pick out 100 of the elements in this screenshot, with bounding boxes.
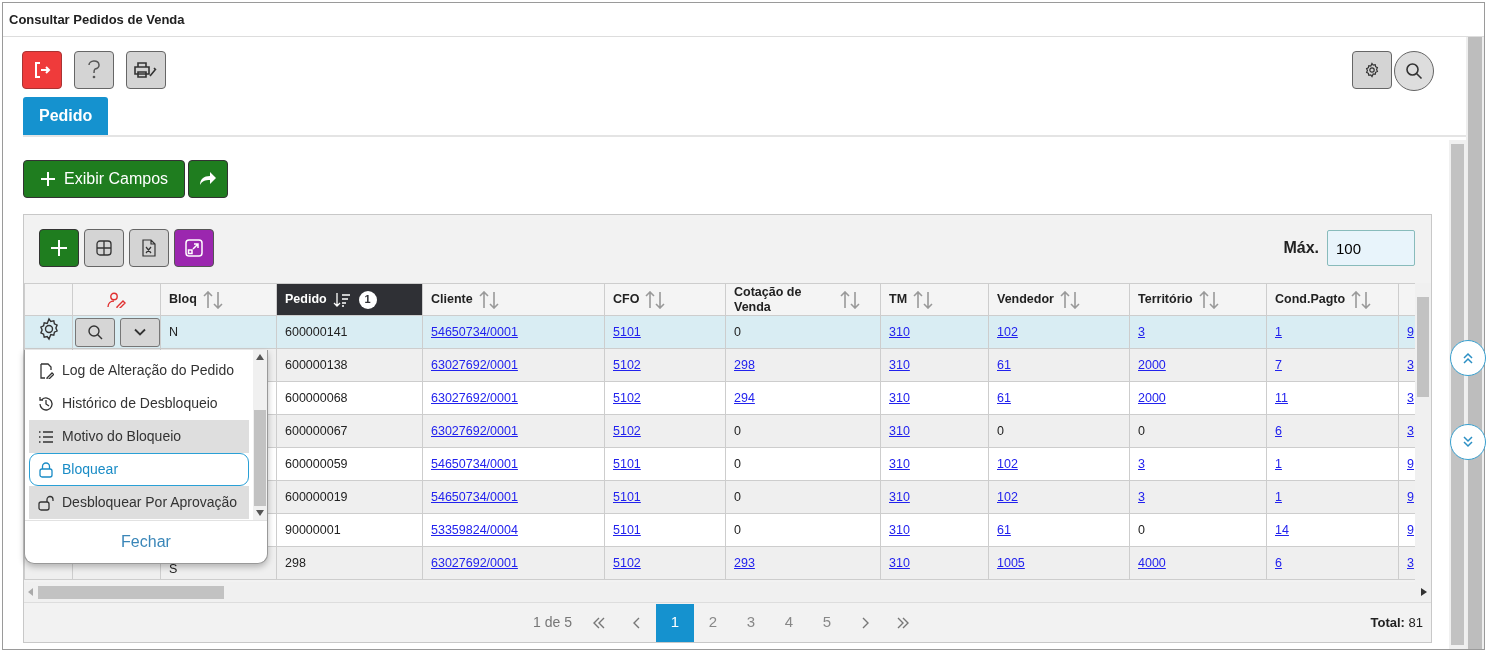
max-input[interactable]: 100 (1327, 230, 1415, 266)
cell-link[interactable]: 6 (1275, 423, 1282, 438)
cell-link[interactable]: 2000 (1138, 357, 1166, 372)
cell-link[interactable]: 310 (889, 522, 910, 537)
sort-order-badge: 1 (358, 290, 377, 309)
page-summary: 1 de 5 (533, 613, 572, 632)
menu-item[interactable]: Bloquear (29, 453, 249, 486)
list-icon (38, 428, 54, 445)
cell-link[interactable]: 5102 (613, 555, 641, 570)
cell-link[interactable]: 310 (889, 489, 910, 504)
chevron-down-icon (134, 328, 146, 336)
settings-button[interactable] (1352, 51, 1392, 89)
exit-button[interactable] (22, 51, 62, 89)
cell-link[interactable]: 5101 (613, 522, 641, 537)
sort-icon (840, 290, 860, 309)
menu-item[interactable]: Motivo do Bloqueio (29, 420, 249, 453)
print-settings-button[interactable] (126, 51, 166, 89)
exit-icon (33, 61, 51, 79)
column-header[interactable]: Vendedor (988, 283, 1130, 316)
cell-link[interactable]: 7 (1275, 357, 1282, 372)
table-cell: 298 (285, 555, 306, 570)
expand-button[interactable] (174, 229, 214, 267)
table-cell: 90000001 (285, 522, 341, 537)
cell-link[interactable]: 293 (734, 555, 755, 570)
cell-link[interactable]: 310 (889, 324, 910, 339)
cell-link[interactable]: 3 (1407, 423, 1414, 438)
cell-link[interactable]: 5101 (613, 456, 641, 471)
cell-link[interactable]: 5102 (613, 390, 641, 405)
total-count: Total: 81 (1370, 613, 1423, 632)
cell-link[interactable]: 14 (1275, 522, 1289, 537)
cell-link[interactable]: 1 (1275, 489, 1282, 504)
row-search-button[interactable] (75, 317, 115, 347)
column-header[interactable]: TM (880, 283, 989, 316)
table-row[interactable]: N 600000141 54650734/0001 5101 0 310 102 3 1 9 (24, 315, 1415, 349)
cell-link[interactable]: 3 (1407, 555, 1414, 570)
cell-link[interactable]: 5101 (613, 489, 641, 504)
column-header[interactable]: Cond.Pagto (1266, 283, 1399, 316)
table-cell: S (169, 562, 178, 577)
cell-link[interactable]: 310 (889, 357, 910, 372)
cell-link[interactable]: 1 (1275, 456, 1282, 471)
table-cell: 600000019 (285, 489, 348, 504)
share-button[interactable] (188, 160, 229, 198)
cell-link[interactable]: 11 (1275, 390, 1288, 405)
column-header[interactable]: Território (1129, 283, 1267, 316)
cell-link[interactable]: 298 (734, 357, 755, 372)
person-edit-icon (106, 291, 127, 308)
table-cell: 0 (1138, 423, 1145, 438)
scroll-right-arrow-icon[interactable] (1421, 588, 1427, 596)
cell-link[interactable]: 9 (1407, 456, 1414, 471)
table-cell: 600000067 (285, 423, 348, 438)
cell-link[interactable]: 102 (997, 456, 1018, 471)
row-dropdown-button[interactable] (120, 317, 160, 347)
cell-link[interactable]: 5102 (613, 357, 641, 372)
show-fields-button[interactable]: Exibir Campos (23, 160, 186, 198)
help-button[interactable] (74, 51, 114, 89)
cell-link[interactable]: 294 (734, 390, 755, 405)
column-header[interactable]: Cliente (422, 283, 605, 316)
sort-icon (478, 290, 499, 309)
search-button[interactable] (1394, 51, 1434, 91)
unlocked-icon (38, 494, 54, 511)
vertical-scrollbar[interactable] (1449, 140, 1466, 649)
cell-link[interactable]: 4000 (1138, 555, 1166, 570)
table-cell: 600000059 (285, 456, 348, 471)
cell-link[interactable]: 310 (889, 456, 910, 471)
cell-link[interactable]: 310 (889, 423, 910, 438)
cell-link[interactable]: 5101 (613, 324, 641, 339)
cell-link[interactable]: 3 (1138, 489, 1145, 504)
cell-link[interactable]: 6 (1275, 555, 1282, 570)
cell-link[interactable]: 61 (997, 522, 1011, 537)
cell-link[interactable]: 3 (1138, 324, 1145, 339)
column-header[interactable]: Pedido 1 (276, 283, 423, 316)
cell-link[interactable]: 5102 (613, 423, 641, 438)
cell-link[interactable]: 9 (1407, 522, 1414, 537)
cell-link[interactable]: 1 (1275, 324, 1282, 339)
layout-button[interactable] (84, 229, 124, 267)
cell-link[interactable]: 1005 (997, 555, 1025, 570)
cell-link[interactable]: 310 (889, 555, 910, 570)
cell-link[interactable]: 9 (1407, 489, 1414, 504)
cell-link[interactable]: 3 (1407, 390, 1414, 405)
page-scrollbar[interactable] (1466, 37, 1484, 649)
scroll-left-arrow-icon[interactable] (28, 588, 34, 596)
scroll-up-arrow-icon[interactable] (256, 354, 264, 360)
cell-link[interactable]: 102 (997, 489, 1018, 504)
table-cell: 0 (734, 456, 741, 471)
cell-link[interactable]: 3 (1138, 456, 1145, 471)
scroll-down-arrow-icon[interactable] (256, 510, 264, 516)
cell-link[interactable]: 310 (889, 390, 910, 405)
column-header[interactable]: Cotação de Venda (725, 283, 881, 316)
cell-link[interactable]: 61 (997, 357, 1011, 372)
menu-scrollbar[interactable] (253, 350, 267, 520)
cell-link[interactable]: 3 (1407, 357, 1414, 372)
column-header[interactable]: CFO (604, 283, 726, 316)
add-button[interactable] (39, 229, 79, 267)
cell-link[interactable]: 102 (997, 324, 1018, 339)
export-excel-button[interactable] (129, 229, 169, 267)
column-header[interactable]: Bloq (160, 283, 277, 316)
menu-item[interactable]: Desbloquear Por Aprovação (29, 486, 249, 519)
cell-link[interactable]: 9 (1407, 324, 1414, 339)
cell-link[interactable]: 2000 (1138, 390, 1166, 405)
cell-link[interactable]: 61 (997, 390, 1011, 405)
